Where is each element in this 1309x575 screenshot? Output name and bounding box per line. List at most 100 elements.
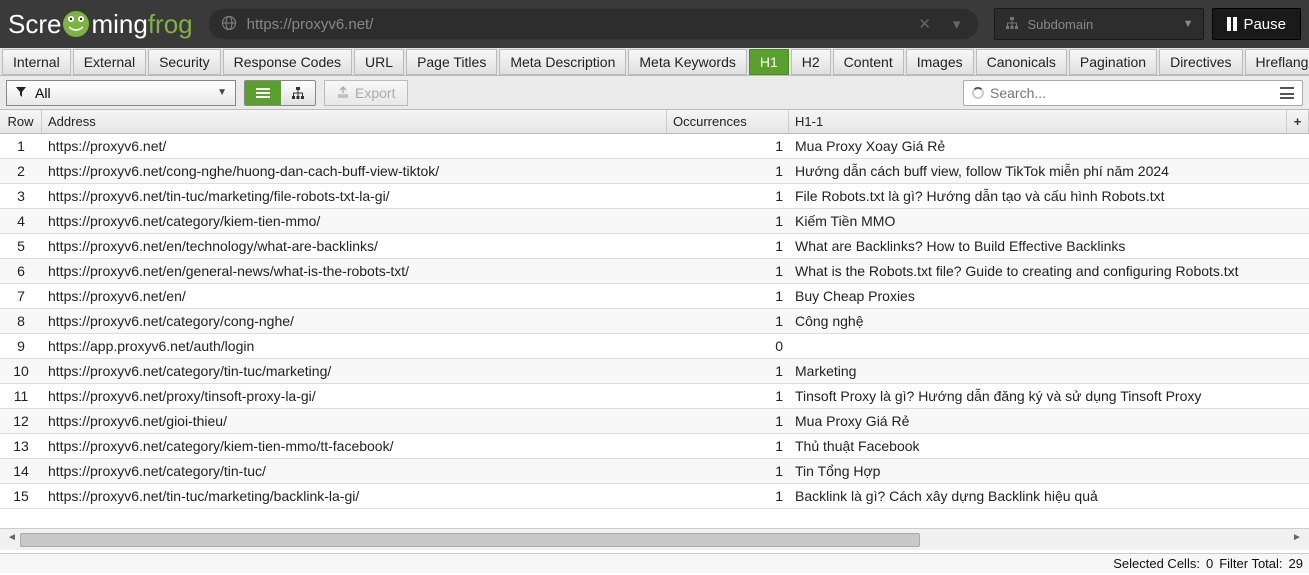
cell-address: https://proxyv6.net/category/tin-tuc/mar… [42,363,667,379]
cell-occurrences: 1 [667,163,789,179]
scroll-left-icon[interactable]: ◄ [4,532,20,548]
tab-pagination[interactable]: Pagination [1069,49,1157,75]
cell-address: https://proxyv6.net/category/tin-tuc/ [42,463,667,479]
tab-url[interactable]: URL [354,49,404,75]
cell-row: 12 [0,413,42,429]
cell-address: https://proxyv6.net/proxy/tinsoft-proxy-… [42,388,667,404]
table-row[interactable]: 2https://proxyv6.net/cong-nghe/huong-dan… [0,159,1309,184]
cell-row: 8 [0,313,42,329]
scroll-right-icon[interactable]: ► [1289,532,1305,548]
tab-hreflang[interactable]: Hreflang [1245,49,1309,75]
tree-view-button[interactable] [281,81,315,105]
chevron-down-icon: ▼ [217,87,227,98]
clear-url-icon[interactable]: ✕ [912,15,937,33]
tab-canonicals[interactable]: Canonicals [976,49,1067,75]
table-row[interactable]: 8https://proxyv6.net/category/cong-nghe/… [0,309,1309,334]
cell-address: https://proxyv6.net/gioi-thieu/ [42,413,667,429]
export-icon [337,85,349,101]
selected-cells-label: Selected Cells: [1113,556,1200,571]
cell-address: https://app.proxyv6.net/auth/login [42,338,667,354]
status-bar: Selected Cells: 0 Filter Total: 29 [0,553,1309,573]
spinner-icon [972,87,984,99]
config-label: Subdomain [1027,17,1093,32]
table-row[interactable]: 15https://proxyv6.net/tin-tuc/marketing/… [0,484,1309,509]
table-header: Row Address Occurrences H1-1 + [0,110,1309,134]
cell-occurrences: 1 [667,463,789,479]
cell-occurrences: 1 [667,363,789,379]
tab-content[interactable]: Content [833,49,904,75]
table-row[interactable]: 9https://app.proxyv6.net/auth/login0 [0,334,1309,359]
tab-images[interactable]: Images [906,49,974,75]
topbar: Scre ming frog https://proxyv6.net/ ✕ ▾ … [0,0,1309,48]
cell-occurrences: 1 [667,188,789,204]
cell-row: 14 [0,463,42,479]
table-row[interactable]: 14https://proxyv6.net/category/tin-tuc/1… [0,459,1309,484]
app-logo: Scre ming frog [8,9,193,40]
cell-h1: Công nghệ [789,313,1309,329]
filter-total-value: 29 [1289,556,1303,571]
cell-row: 9 [0,338,42,354]
table-body: 1https://proxyv6.net/1Mua Proxy Xoay Giá… [0,134,1309,509]
scroll-track[interactable] [20,533,1289,547]
search-box[interactable] [963,80,1303,106]
table-row[interactable]: 1https://proxyv6.net/1Mua Proxy Xoay Giá… [0,134,1309,159]
cell-row: 1 [0,138,42,154]
add-column-button[interactable]: + [1287,110,1309,133]
tab-h1[interactable]: H1 [749,49,789,75]
cell-h1: Tinsoft Proxy là gì? Hướng dẫn đăng ký v… [789,388,1309,404]
filter-icon [15,85,27,101]
url-bar[interactable]: https://proxyv6.net/ ✕ ▾ [209,9,979,39]
tab-directives[interactable]: Directives [1159,49,1242,75]
logo-text-1: Scre [8,9,61,40]
tab-security[interactable]: Security [148,49,221,75]
table-row[interactable]: 11https://proxyv6.net/proxy/tinsoft-prox… [0,384,1309,409]
table-row[interactable]: 12https://proxyv6.net/gioi-thieu/1Mua Pr… [0,409,1309,434]
filter-dropdown[interactable]: All ▼ [6,80,236,106]
cell-address: https://proxyv6.net/category/cong-nghe/ [42,313,667,329]
cell-row: 4 [0,213,42,229]
horizontal-scrollbar[interactable]: ◄ ► [0,528,1309,550]
tab-meta-description[interactable]: Meta Description [499,49,626,75]
url-dropdown-icon[interactable]: ▾ [947,15,967,33]
table-row[interactable]: 7https://proxyv6.net/en/1Buy Cheap Proxi… [0,284,1309,309]
tab-internal[interactable]: Internal [2,49,71,75]
search-input[interactable] [990,85,1274,101]
logo-text-2: ming [91,9,147,40]
table-scroll[interactable]: Row Address Occurrences H1-1 + 1https://… [0,110,1309,528]
cell-h1: What is the Robots.txt file? Guide to cr… [789,263,1309,279]
col-h1[interactable]: H1-1 [789,110,1287,133]
col-row[interactable]: Row [0,110,42,133]
crawl-config-select[interactable]: Subdomain ▼ [994,8,1204,40]
col-occurrences[interactable]: Occurrences [667,110,789,133]
table-row[interactable]: 6https://proxyv6.net/en/general-news/wha… [0,259,1309,284]
url-text: https://proxyv6.net/ [247,16,903,33]
table-row[interactable]: 10https://proxyv6.net/category/tin-tuc/m… [0,359,1309,384]
cell-h1: Thủ thuật Facebook [789,438,1309,454]
cell-h1: Backlink là gì? Cách xây dựng Backlink h… [789,488,1309,504]
table-row[interactable]: 4https://proxyv6.net/category/kiem-tien-… [0,209,1309,234]
cell-occurrences: 1 [667,413,789,429]
cell-row: 2 [0,163,42,179]
tab-page-titles[interactable]: Page Titles [406,49,497,75]
pause-button[interactable]: Pause [1212,8,1301,40]
tab-meta-keywords[interactable]: Meta Keywords [628,49,746,75]
export-label: Export [355,85,395,101]
data-table: Row Address Occurrences H1-1 + 1https://… [0,110,1309,553]
cell-h1: Mua Proxy Xoay Giá Rẻ [789,138,1309,154]
export-button[interactable]: Export [324,80,408,106]
cell-h1: Mua Proxy Giá Rẻ [789,413,1309,429]
cell-occurrences: 0 [667,338,789,354]
frog-icon [63,11,89,37]
col-address[interactable]: Address [42,110,667,133]
table-row[interactable]: 3https://proxyv6.net/tin-tuc/marketing/f… [0,184,1309,209]
cell-row: 13 [0,438,42,454]
scroll-thumb[interactable] [20,533,920,547]
tab-external[interactable]: External [73,49,146,75]
list-view-button[interactable] [245,81,281,105]
tab-response-codes[interactable]: Response Codes [223,49,352,75]
table-row[interactable]: 13https://proxyv6.net/category/kiem-tien… [0,434,1309,459]
table-row[interactable]: 5https://proxyv6.net/en/technology/what-… [0,234,1309,259]
cell-row: 11 [0,388,42,404]
tab-h2[interactable]: H2 [791,49,831,75]
search-options-icon[interactable] [1280,87,1294,99]
